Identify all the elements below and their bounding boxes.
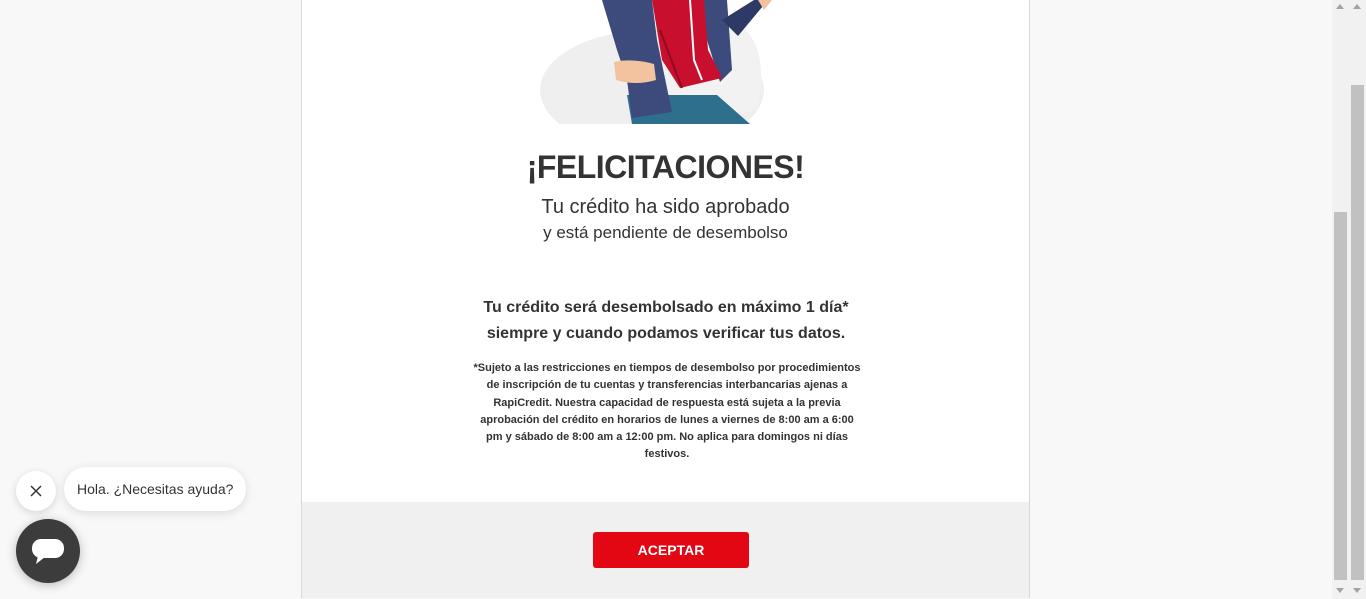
- note-line: *Sujeto a las restricciones en tiempos d…: [473, 362, 861, 374]
- modal-scrollbar[interactable]: [1332, 0, 1349, 599]
- scroll-up-icon[interactable]: [1336, 4, 1344, 9]
- note-line: pm y sábado de 8:00 am a 12:00 pm. No ap…: [486, 431, 848, 444]
- accept-button[interactable]: ACEPTAR: [593, 532, 749, 568]
- note-line: aprobación del crédito en horarios de lu…: [480, 413, 854, 426]
- approval-subtitle: Tu crédito ha sido aprobado: [541, 196, 790, 218]
- approval-modal: ¡FELICITACIONES! Tu crédito ha sido apro…: [301, 0, 1030, 598]
- scroll-thumb[interactable]: [1351, 85, 1364, 580]
- chat-greeting-bubble[interactable]: Hola. ¿Necesitas ayuda?: [64, 467, 247, 511]
- pending-subtitle: y está pendiente de desembolso: [543, 223, 788, 242]
- scroll-up-icon[interactable]: [1353, 4, 1361, 9]
- note-line: festivos.: [644, 448, 690, 461]
- page-scrollbar[interactable]: [1349, 0, 1366, 599]
- modal-footer: ACEPTAR: [302, 502, 1029, 598]
- congrats-title: ¡FELICITACIONES!: [526, 149, 805, 185]
- scroll-down-icon[interactable]: [1336, 588, 1344, 593]
- chat-close-button[interactable]: [16, 471, 56, 511]
- disbursement-message: Tu crédito será desembolsado en máximo 1…: [466, 295, 866, 347]
- close-icon: [30, 485, 42, 497]
- scroll-down-icon[interactable]: [1353, 588, 1361, 593]
- scroll-thumb[interactable]: [1334, 212, 1347, 580]
- disbursement-line: Tu crédito será desembolsado en máximo 1…: [483, 299, 849, 316]
- celebration-illustration: [532, 0, 792, 124]
- disbursement-line: siempre y cuando podamos verificar tus d…: [486, 325, 846, 342]
- disclaimer-note: *Sujeto a las restricciones en tiempos d…: [472, 360, 862, 464]
- note-line: RapiCredit. Nuestra capacidad de respues…: [493, 396, 841, 409]
- chat-icon: [32, 539, 64, 564]
- note-line: de inscripción de tu cuentas y transfere…: [486, 379, 848, 392]
- chat-launcher-button[interactable]: [16, 519, 80, 583]
